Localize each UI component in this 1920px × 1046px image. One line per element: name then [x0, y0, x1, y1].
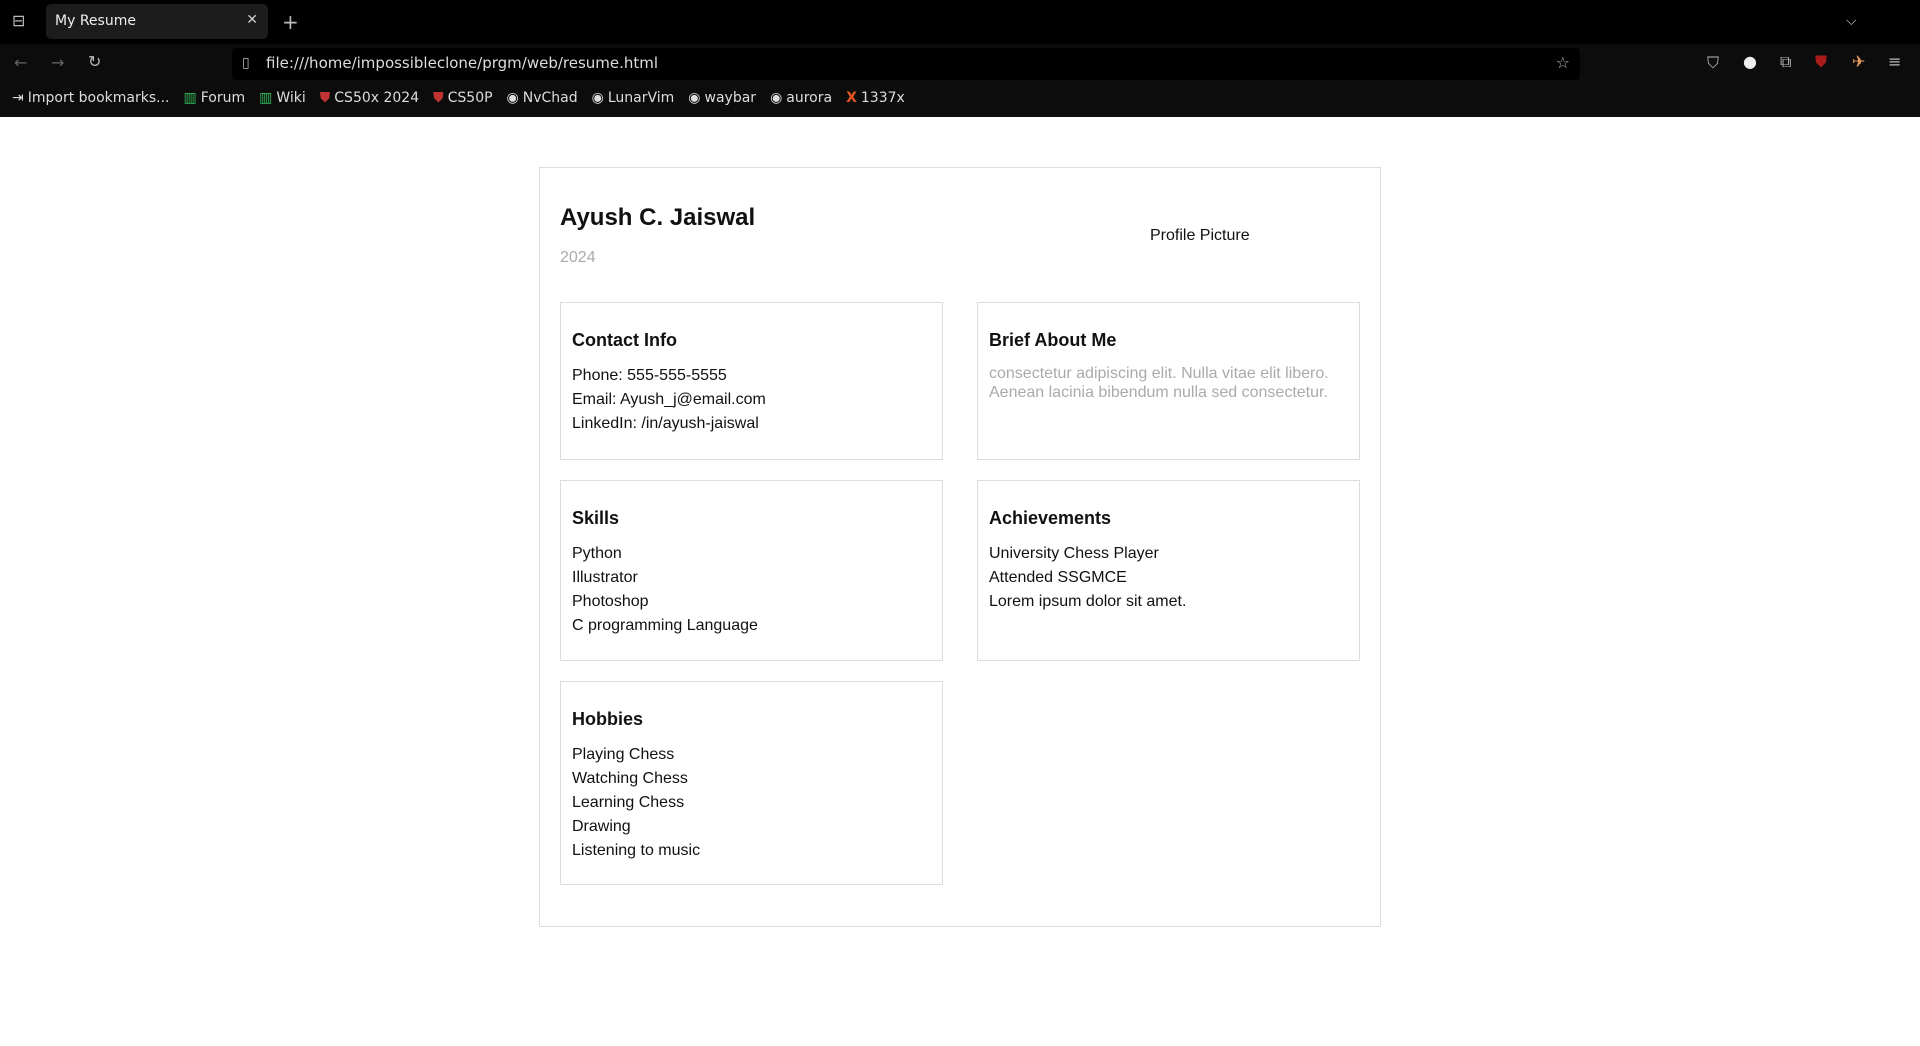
- contact-info-card: Contact Info Phone: 555-555-5555 Email: …: [560, 302, 943, 460]
- contact-email: Email: Ayush_j@email.com: [572, 391, 766, 408]
- resume-name: Ayush C. Jaiswal: [560, 204, 756, 231]
- hobby-item: Watching Chess: [572, 770, 688, 787]
- hobbies-card: Hobbies Playing Chess Watching Chess Lea…: [560, 681, 943, 885]
- bookmark-1337x[interactable]: X 1337x: [846, 90, 905, 106]
- bookmark-label: CS50x 2024: [334, 90, 420, 106]
- manjaro-icon: ▥: [183, 90, 197, 106]
- bookmark-label: Forum: [200, 90, 246, 106]
- tab-overview-icon[interactable]: ⊟: [12, 13, 25, 29]
- hobby-item: Listening to music: [572, 842, 701, 859]
- card-title: Hobbies: [572, 709, 644, 729]
- bookmark-label: Import bookmarks...: [27, 90, 170, 106]
- bookmark-label: NvChad: [522, 90, 578, 106]
- achievement-item: Attended SSGMCE: [989, 569, 1127, 586]
- bookmark-star-icon[interactable]: ☆: [1556, 55, 1570, 71]
- bookmark-label: aurora: [786, 90, 833, 106]
- bookmark-label: LunarVim: [607, 90, 675, 106]
- skill-item: Photoshop: [572, 593, 649, 610]
- page-icon: ▯: [242, 55, 250, 71]
- extension-icon[interactable]: ✈: [1852, 54, 1865, 70]
- bookmark-label: 1337x: [860, 90, 905, 106]
- bookmark-label: CS50P: [447, 90, 493, 106]
- github-icon: ◉: [591, 90, 604, 106]
- url-bar[interactable]: ▯ file:///home/impossibleclone/prgm/web/…: [232, 48, 1580, 80]
- skill-item: Illustrator: [572, 569, 638, 586]
- pocket-icon[interactable]: ⛉: [1707, 55, 1719, 71]
- bookmark-aurora[interactable]: ◉ aurora: [770, 90, 832, 106]
- card-title: Skills: [572, 508, 620, 528]
- card-title: Brief About Me: [989, 330, 1117, 350]
- back-icon[interactable]: ←: [14, 55, 27, 71]
- skill-item: C programming Language: [572, 617, 758, 634]
- achievement-item: Lorem ipsum dolor sit amet.: [989, 593, 1187, 610]
- about-card: Brief About Me consectetur adipiscing el…: [977, 302, 1360, 460]
- bookmark-cs50x[interactable]: ⛊ CS50x 2024: [320, 90, 419, 106]
- contact-phone: Phone: 555-555-5555: [572, 367, 727, 384]
- import-icon: ⇥: [12, 90, 24, 106]
- ublock-origin-icon[interactable]: ⛊: [1815, 54, 1827, 70]
- skills-card: Skills Python Illustrator Photoshop C pr…: [560, 480, 943, 661]
- reload-icon[interactable]: ↻: [88, 54, 101, 70]
- contact-linkedin: LinkedIn: /in/ayush-jaiswal: [572, 415, 759, 432]
- github-icon: ◉: [688, 90, 701, 106]
- close-tab-icon[interactable]: ✕: [246, 12, 258, 28]
- bookmark-forum[interactable]: ▥ Forum: [184, 90, 246, 106]
- forward-icon[interactable]: →: [51, 55, 64, 71]
- bookmark-label: waybar: [704, 90, 757, 106]
- bookmark-nvchad[interactable]: ◉ NvChad: [507, 90, 578, 106]
- info-extension-icon[interactable]: ●: [1743, 54, 1757, 70]
- menu-hamburger-icon[interactable]: ≡: [1888, 54, 1901, 70]
- extensions-puzzle-icon[interactable]: ⧉: [1780, 54, 1791, 70]
- achievement-item: University Chess Player: [989, 545, 1159, 562]
- harvard-shield-icon: ⛊: [433, 90, 444, 106]
- resume-container: Ayush C. Jaiswal 2024 Profile Picture Co…: [539, 167, 1381, 927]
- about-text: Aenean lacinia bibendum nulla sed consec…: [989, 384, 1328, 401]
- bookmark-lunarvim[interactable]: ◉ LunarVim: [592, 90, 675, 106]
- bookmark-label: Wiki: [276, 90, 306, 106]
- about-text: consectetur adipiscing elit. Nulla vitae…: [989, 365, 1329, 382]
- browser-chrome: ⊟ My Resume ✕ + ⌵ ← → ↻ ▯ file:///home/i…: [0, 0, 1920, 117]
- resume-year: 2024: [560, 249, 596, 266]
- tab-bar: ⊟ My Resume ✕ + ⌵: [0, 0, 1920, 44]
- hobby-item: Drawing: [572, 818, 631, 835]
- bookmark-wiki[interactable]: ▥ Wiki: [259, 90, 306, 106]
- github-icon: ◉: [770, 90, 783, 106]
- hobby-item: Playing Chess: [572, 746, 675, 763]
- tab-title: My Resume: [55, 13, 136, 29]
- tab-my-resume[interactable]: My Resume ✕: [46, 4, 268, 39]
- new-tab-icon[interactable]: +: [282, 12, 299, 32]
- bookmarks-toolbar: ⇥ Import bookmarks... ▥ Forum ▥ Wiki ⛊ CS50x…: [12, 90, 905, 106]
- harvard-shield-icon: ⛊: [319, 90, 331, 106]
- bookmark-waybar[interactable]: ◉ waybar: [688, 90, 756, 106]
- card-title: Achievements: [989, 508, 1112, 528]
- bookmark-import[interactable]: ⇥ Import bookmarks...: [12, 90, 170, 106]
- tab-list-chevron-icon[interactable]: ⌵: [1846, 14, 1857, 28]
- card-title: Contact Info: [572, 330, 677, 350]
- manjaro-icon: ▥: [259, 90, 273, 106]
- skill-item: Python: [572, 545, 622, 562]
- achievements-card: Achievements University Chess Player Att…: [977, 480, 1360, 661]
- github-icon: ◉: [506, 90, 519, 106]
- hobby-item: Learning Chess: [572, 794, 685, 811]
- bookmark-cs50p[interactable]: ⛊ CS50P: [433, 90, 492, 106]
- x-logo-icon: X: [846, 90, 857, 106]
- url-text: file:///home/impossibleclone/prgm/web/re…: [266, 54, 659, 72]
- profile-picture: Profile Picture: [1150, 227, 1250, 244]
